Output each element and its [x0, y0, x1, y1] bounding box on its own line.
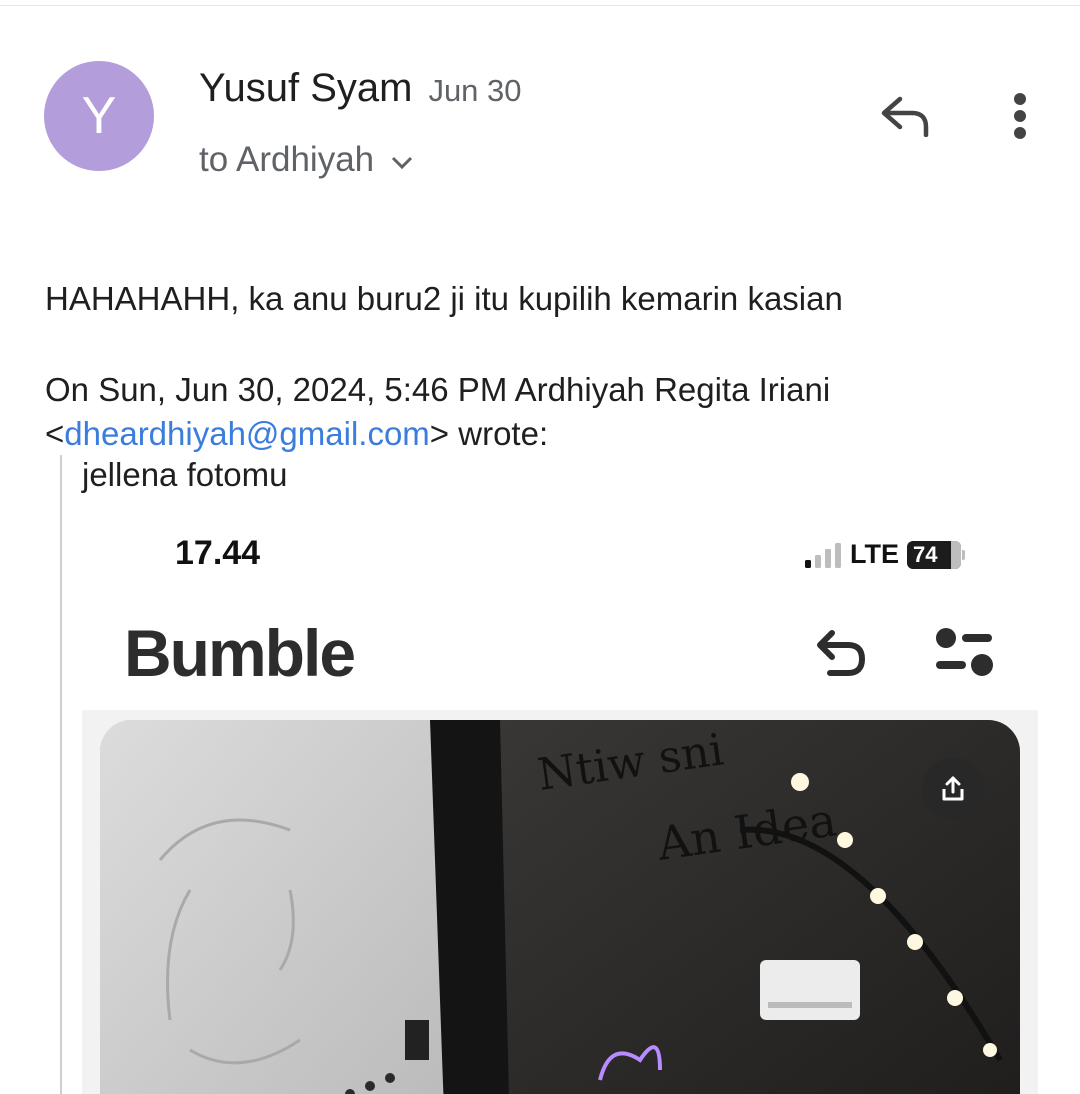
reply-icon [881, 96, 929, 137]
status-time: 17.44 [175, 534, 261, 572]
recipient-label: to Ardhiyah [199, 140, 375, 179]
undo-icon [817, 630, 866, 676]
attached-screenshot[interactable]: 17.44 LTE 74 Bumble Ntiw sni An Idea [82, 520, 1038, 1094]
top-divider [0, 5, 1080, 6]
more-options-button[interactable] [995, 88, 1045, 144]
share-icon [942, 776, 964, 801]
attribution-suffix: wrote: [458, 415, 549, 452]
chevron-down-icon [392, 156, 413, 170]
avatar-initial: Y [81, 87, 117, 145]
quoted-text: jellena fotomu [82, 456, 288, 493]
share-button [922, 758, 984, 820]
reply-button[interactable] [870, 88, 940, 144]
sender-email-link[interactable]: dheardhiyah@gmail.com [64, 415, 430, 452]
message-body: HAHAHAHH, ka anu buru2 ji itu kupilih ke… [45, 280, 843, 317]
photo-scene: Ntiw sni An Idea [100, 720, 1020, 1094]
signal-icon [805, 542, 841, 568]
sender-name[interactable]: Yusuf Syam [199, 66, 412, 111]
quote-attribution: On Sun, Jun 30, 2024, 5:46 PM Ardhiyah R… [45, 368, 830, 456]
app-logo: Bumble [124, 616, 356, 690]
quote-bar [60, 455, 62, 1094]
attribution-line: On Sun, Jun 30, 2024, 5:46 PM Ardhiyah R… [45, 371, 831, 408]
profile-photo: Ntiw sni An Idea [100, 720, 1020, 1094]
recipient-details-toggle[interactable]: to Ardhiyah [199, 140, 414, 180]
network-type: LTE [850, 539, 899, 569]
filter-button [932, 625, 998, 681]
avatar[interactable]: Y [44, 61, 154, 171]
battery-icon: 74 [907, 540, 965, 569]
message-date: Jun 30 [428, 73, 522, 108]
undo-button [812, 625, 872, 681]
sender-line: Yusuf Syam Jun 30 [199, 66, 522, 111]
attribution-email-line: <dheardhiyah@gmail.com> wrote: [45, 415, 549, 452]
battery-level: 74 [913, 541, 938, 567]
more-vert-icon [1014, 93, 1026, 139]
filter-icon [936, 628, 993, 676]
status-indicators: LTE 74 [804, 539, 965, 570]
